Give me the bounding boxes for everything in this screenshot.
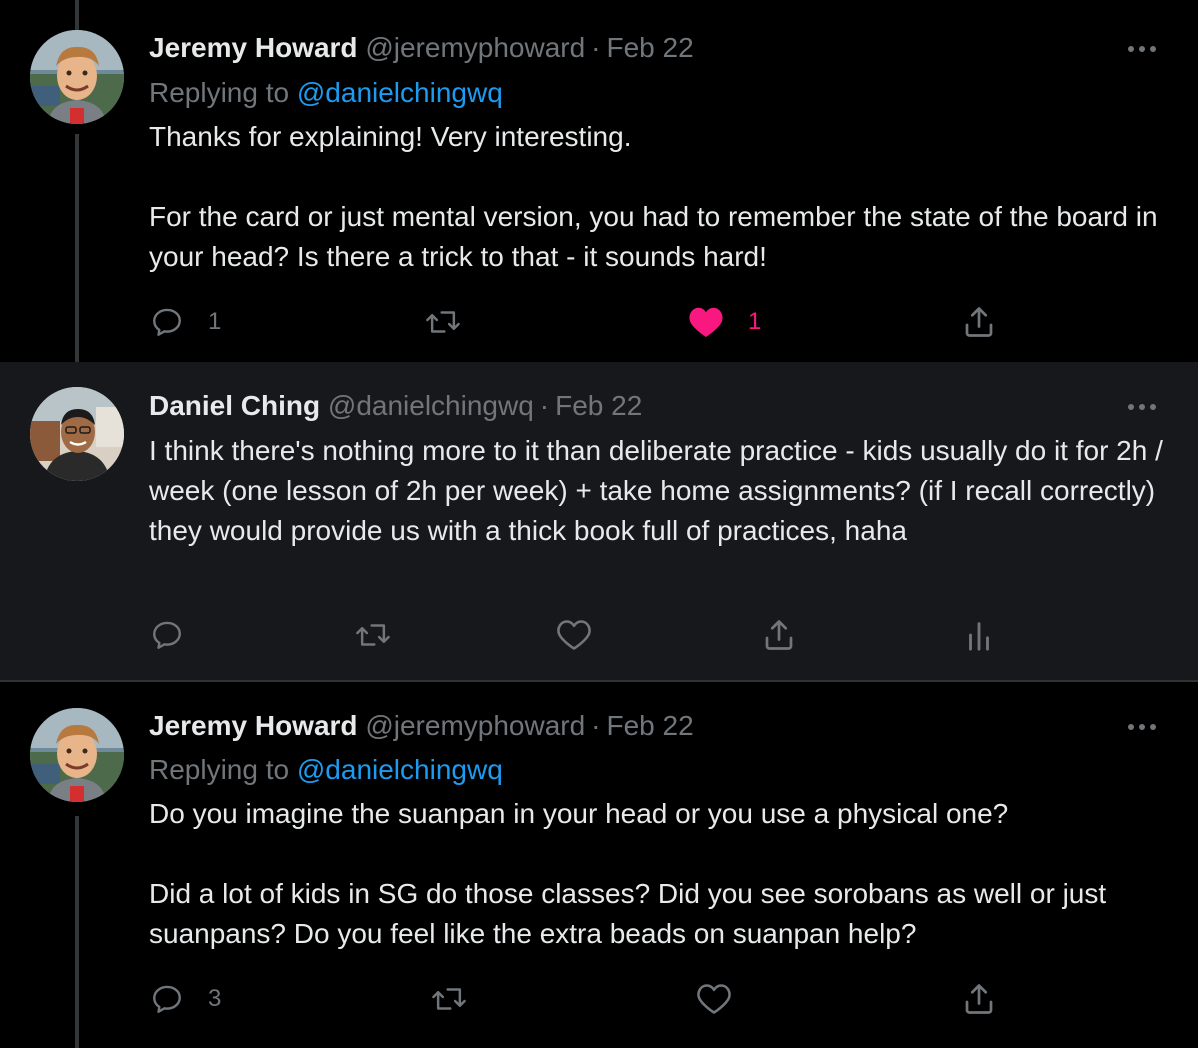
heart-icon xyxy=(557,620,591,650)
avatar-daniel[interactable] xyxy=(30,387,124,481)
tweet-paragraph: Do you imagine the suanpan in your head … xyxy=(149,798,1009,829)
ellipsis-icon xyxy=(1128,404,1156,410)
share-button[interactable] xyxy=(960,979,998,1019)
tweet-header: Jeremy Howard @jeremyphoward · Feb 22 xyxy=(149,708,694,744)
reply-button[interactable]: 3 xyxy=(150,979,221,1019)
tweet-paragraph: For the card or just mental version, you… xyxy=(149,201,1158,272)
tweet-jeremy-2[interactable]: Jeremy Howard @jeremyphoward · Feb 22 Repl… xyxy=(0,680,1198,1048)
replying-to: Replying to @danielchingwq xyxy=(149,75,503,111)
bar-chart-icon xyxy=(969,622,989,651)
retweet-icon xyxy=(432,988,466,1010)
more-options-button[interactable] xyxy=(1124,34,1160,64)
author-handle[interactable]: @danielchingwq xyxy=(328,390,534,421)
replying-prefix: Replying to xyxy=(149,77,290,108)
retweet-icon xyxy=(426,311,460,333)
tweet-line: I think there's nothing more to it than … xyxy=(149,435,1163,506)
author-name[interactable]: Jeremy Howard xyxy=(149,32,358,63)
ellipsis-icon xyxy=(1128,724,1156,730)
reply-count: 3 xyxy=(208,985,222,1012)
thread-line-top xyxy=(75,0,79,30)
tweet-text: Thanks for explaining! Very interesting.… xyxy=(149,117,1169,277)
author-handle[interactable]: @jeremyphoward xyxy=(365,710,585,741)
replying-prefix: Replying to xyxy=(149,754,290,785)
retweet-button[interactable] xyxy=(430,979,492,1019)
tweet-text: Do you imagine the suanpan in your head … xyxy=(149,794,1169,954)
heart-filled-icon xyxy=(689,307,723,337)
more-options-button[interactable] xyxy=(1124,712,1160,742)
tweet-date[interactable]: Feb 22 xyxy=(607,32,694,63)
share-icon xyxy=(965,984,993,1014)
reply-button[interactable] xyxy=(150,615,208,655)
reply-icon xyxy=(153,621,181,649)
reply-count: 1 xyxy=(208,308,222,335)
tweet-paragraph: Thanks for explaining! Very interesting. xyxy=(149,121,632,152)
replying-to: Replying to @danielchingwq xyxy=(149,752,503,788)
share-icon xyxy=(965,307,993,337)
avatar-jeremy[interactable] xyxy=(30,30,124,124)
author-name[interactable]: Jeremy Howard xyxy=(149,710,358,741)
share-icon xyxy=(765,620,793,650)
tweet-text: I think there's nothing more to it than … xyxy=(149,431,1169,551)
tweet-daniel[interactable]: Daniel Ching @danielchingwq · Feb 22 I thi… xyxy=(0,362,1198,680)
mention-link[interactable]: @danielchingwq xyxy=(297,77,503,108)
tweet-header: Daniel Ching @danielchingwq · Feb 22 xyxy=(149,388,642,424)
separator-dot: · xyxy=(591,32,601,63)
reply-button[interactable]: 1 xyxy=(150,302,221,342)
separator-dot: · xyxy=(591,710,601,741)
ellipsis-icon xyxy=(1128,46,1156,52)
like-button[interactable] xyxy=(556,615,616,655)
share-button[interactable] xyxy=(760,615,798,655)
reply-icon xyxy=(153,308,181,336)
mention-link[interactable]: @danielchingwq xyxy=(297,754,503,785)
retweet-button[interactable] xyxy=(354,615,416,655)
retweet-button[interactable] xyxy=(424,302,486,342)
thread-line xyxy=(75,816,79,1048)
tweet-paragraph: Did a lot of kids in SG do those classes… xyxy=(149,878,1107,949)
conversation-thread: Jeremy Howard @jeremyphoward · Feb 22 Repl… xyxy=(0,0,1198,1048)
thread-line xyxy=(75,134,79,362)
tweet-jeremy-1[interactable]: Jeremy Howard @jeremyphoward · Feb 22 Repl… xyxy=(0,0,1198,362)
share-button[interactable] xyxy=(960,302,998,342)
author-handle[interactable]: @jeremyphoward xyxy=(365,32,585,63)
tweet-line: they would provide us with a thick book … xyxy=(149,515,907,546)
separator-dot: · xyxy=(539,390,550,421)
heart-icon xyxy=(697,984,731,1014)
author-name[interactable]: Daniel Ching xyxy=(149,390,320,421)
retweet-icon xyxy=(356,624,390,646)
analytics-button[interactable] xyxy=(966,615,992,655)
reply-icon xyxy=(153,985,181,1013)
tweet-date[interactable]: Feb 22 xyxy=(555,390,642,421)
like-button[interactable]: 1 xyxy=(688,302,761,342)
more-options-button[interactable] xyxy=(1124,392,1160,422)
tweet-date[interactable]: Feb 22 xyxy=(607,710,694,741)
like-count: 1 xyxy=(748,308,762,335)
tweet-header: Jeremy Howard @jeremyphoward · Feb 22 xyxy=(149,30,694,66)
like-button[interactable] xyxy=(696,979,756,1019)
avatar-jeremy[interactable] xyxy=(30,708,124,802)
